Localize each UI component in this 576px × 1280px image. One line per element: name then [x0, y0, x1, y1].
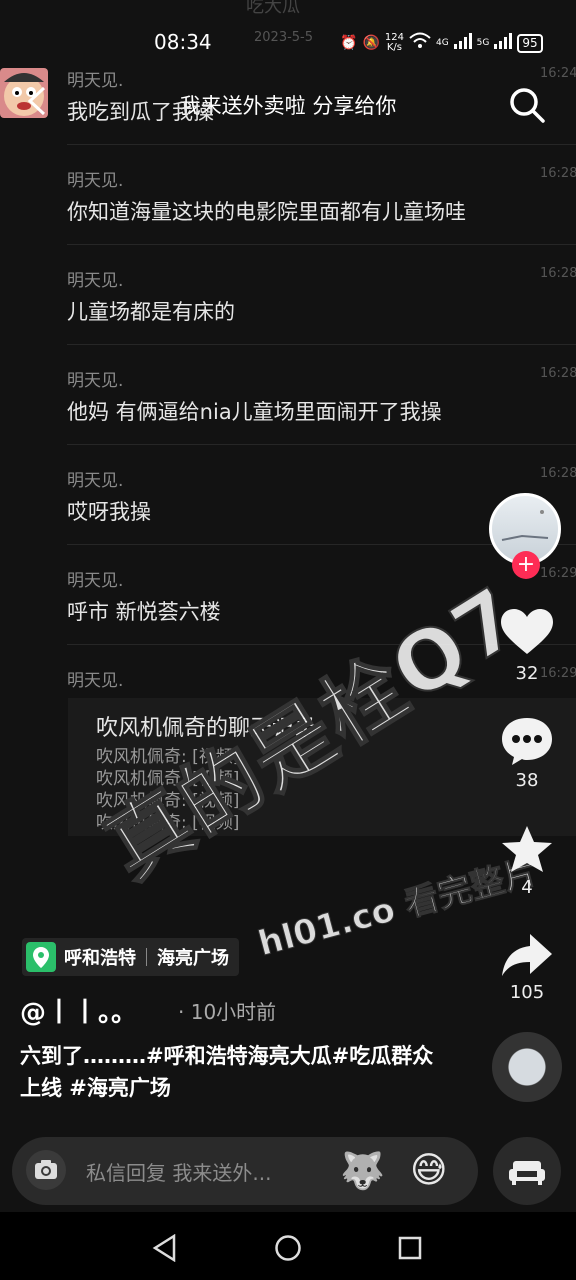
location-separator: [146, 948, 147, 966]
video-caption[interactable]: 六到了………#呼和浩特海亮大瓜#吃瓜群众上线 #海亮广场: [20, 1040, 440, 1104]
share-icon[interactable]: [500, 932, 554, 980]
status-time: 08:34: [154, 30, 212, 54]
nav-recents-icon[interactable]: [398, 1236, 422, 1260]
sofa-icon[interactable]: [493, 1137, 561, 1205]
signal-5g-icon: [494, 33, 513, 53]
signal-4g-icon: [453, 33, 472, 53]
post-time: · 10小时前: [178, 1000, 277, 1024]
nav-home-icon[interactable]: [274, 1234, 302, 1262]
comment-count: 38: [515, 770, 539, 791]
heart-icon[interactable]: [500, 608, 554, 656]
message-time: 16:28: [540, 466, 576, 481]
like-count: 32: [515, 663, 539, 684]
status-icons: ⏰ 🔕 124 K/s 4G 5G 95: [340, 30, 543, 56]
comment-icon[interactable]: [500, 716, 554, 765]
follow-button[interactable]: +: [512, 551, 540, 579]
author-name[interactable]: @丨丨。。: [20, 992, 137, 1029]
battery-indicator: 95: [517, 33, 543, 53]
message-text: 我吃到瓜了我操: [67, 100, 214, 124]
message-sender: 明天见.: [67, 371, 124, 391]
message-sender: 明天见.: [67, 471, 124, 491]
status-bar: 吃大瓜 08:34 2023-5-5 ⏰ 🔕 124 K/s 4G 5G 95: [0, 0, 576, 64]
location-pin-icon: [26, 942, 56, 972]
location-place: 海亮广场: [157, 948, 229, 969]
message-sender: 明天见.: [67, 271, 124, 291]
message-divider: [67, 144, 576, 145]
message-sender: 明天见.: [67, 571, 124, 591]
message-time: 16:24: [540, 66, 576, 81]
message-divider: [67, 244, 576, 245]
reply-input[interactable]: 私信回复 我来送外...: [86, 1157, 271, 1186]
status-date: 2023-5-5: [254, 30, 314, 45]
message-time: 16:29: [540, 566, 576, 581]
message-text: 儿童场都是有床的: [67, 300, 235, 324]
message-text: 哎呀我操: [67, 500, 151, 524]
watermark-site: hl01.co 看完整片: [254, 851, 543, 965]
message-time: 16:28: [540, 166, 576, 181]
nav-back-icon[interactable]: [152, 1234, 178, 1262]
message-sender: 明天见.: [67, 671, 124, 691]
husky-emoji-icon[interactable]: 🐺: [340, 1150, 385, 1192]
message-divider: [67, 344, 576, 345]
signal-4g-label: 4G: [435, 38, 449, 48]
system-nav-bar: [0, 1212, 576, 1280]
message-time: 16:28: [540, 366, 576, 381]
message-text: 呼市 新悦荟六楼: [67, 600, 221, 624]
ghost-title: 吃大瓜: [246, 0, 300, 17]
grin-sweat-emoji-icon[interactable]: 😅: [410, 1150, 448, 1191]
message-text: 你知道海量这块的电影院里面都有儿童场哇: [67, 200, 466, 224]
mute-bell-icon: 🔕: [362, 35, 380, 51]
camera-icon[interactable]: [26, 1150, 66, 1190]
share-count: 105: [509, 982, 545, 1003]
message-text: 他妈 有俩逼给nia儿童场里面闹开了我操: [67, 400, 442, 424]
message-divider: [67, 444, 576, 445]
alarm-icon: ⏰: [340, 35, 358, 51]
favorite-count: 4: [521, 877, 533, 898]
message-sender: 明天见.: [67, 71, 124, 91]
wifi-icon: [409, 32, 431, 54]
net-speed: 124 K/s: [384, 32, 404, 53]
search-icon[interactable]: [508, 86, 546, 124]
music-disc-icon[interactable]: [492, 1032, 562, 1102]
star-icon[interactable]: [500, 824, 554, 872]
signal-5g-label: 5G: [476, 38, 490, 48]
location-city: 呼和浩特: [64, 948, 136, 969]
message-sender: 明天见.: [67, 171, 124, 191]
message-time: 16:28: [540, 266, 576, 281]
location-tag[interactable]: 呼和浩特 海亮广场: [22, 938, 239, 976]
